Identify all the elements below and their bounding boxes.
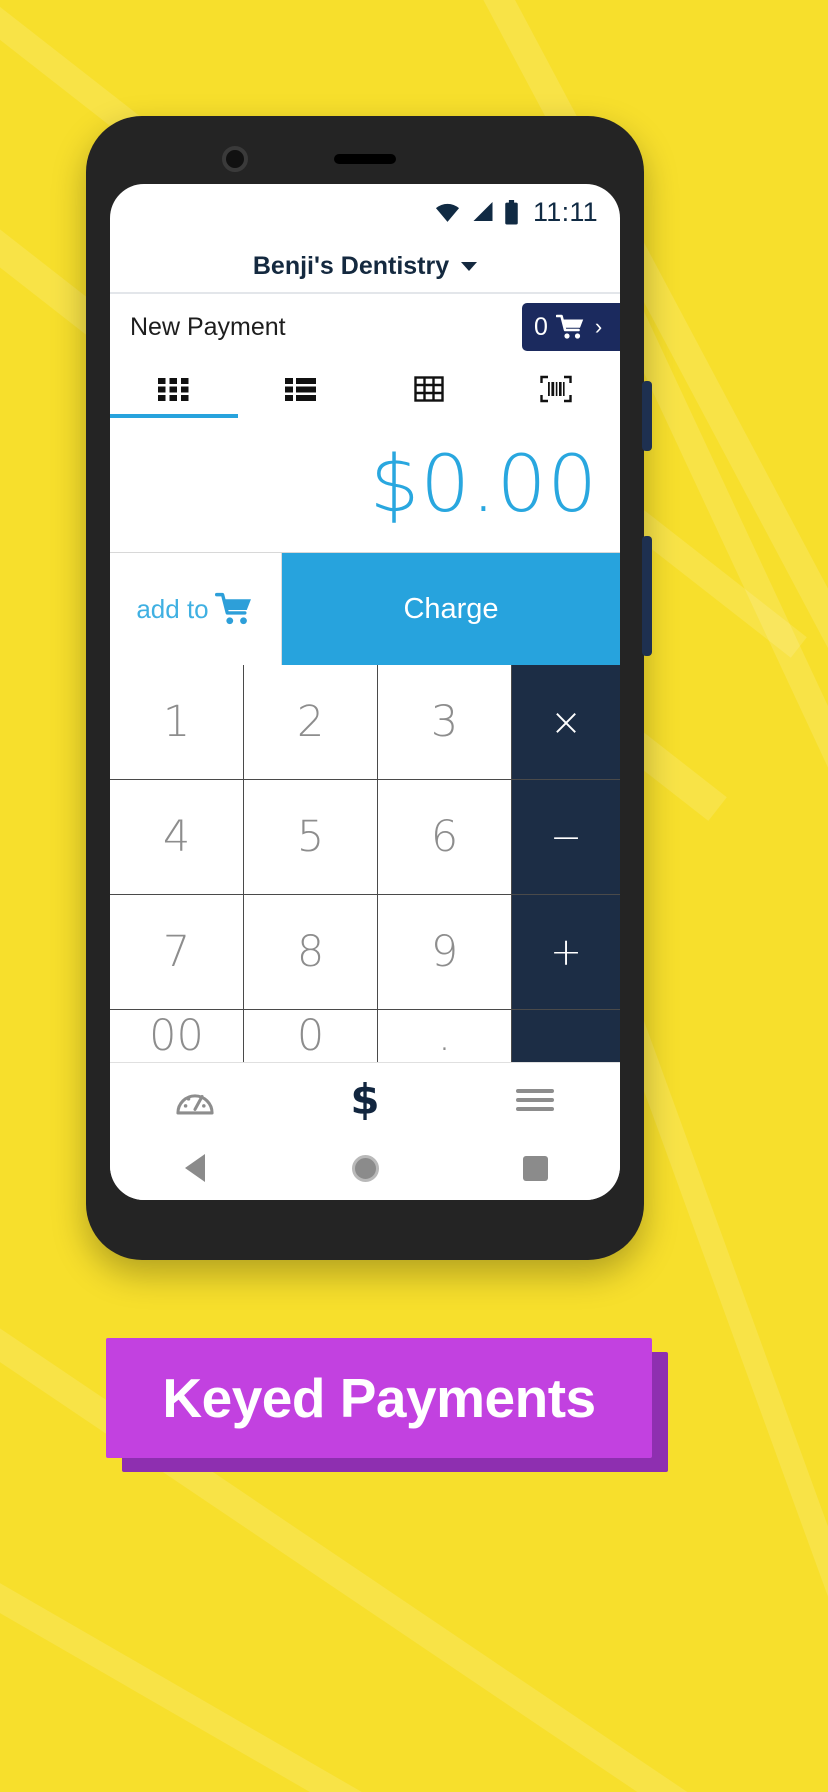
- android-navigation-bar: [110, 1136, 620, 1200]
- back-triangle-icon: [185, 1154, 205, 1182]
- new-payment-label: New Payment: [130, 312, 286, 341]
- barcode-scan-icon: [540, 375, 572, 403]
- nav-menu[interactable]: [450, 1087, 620, 1113]
- active-tab-indicator: [110, 414, 238, 418]
- numeric-keypad: 1 2 3 × 4 5 6 − 7 8 9 + 00 0 .: [110, 665, 620, 1062]
- nav-payments[interactable]: $: [280, 1075, 450, 1124]
- phone-screen: 11:11 Benji's Dentistry New Payment 0 ›: [110, 184, 620, 1200]
- wifi-icon: [435, 203, 459, 222]
- android-home-button[interactable]: [280, 1154, 450, 1182]
- key-7[interactable]: 7: [110, 895, 244, 1010]
- bottom-navigation: $: [110, 1062, 620, 1136]
- tab-scan[interactable]: [493, 360, 621, 418]
- key-8[interactable]: 8: [244, 895, 378, 1010]
- keypad-row: 4 5 6 −: [110, 780, 620, 895]
- recents-square-icon: [522, 1155, 548, 1181]
- grid-table-icon: [414, 376, 444, 402]
- cart-count: 0: [534, 312, 548, 341]
- action-buttons-row: add to Charge: [110, 553, 620, 665]
- cart-chevron-icon: ›: [594, 314, 603, 339]
- key-0[interactable]: 0: [244, 1010, 378, 1062]
- shopping-cart-icon: [555, 314, 584, 339]
- key-2[interactable]: 2: [244, 665, 378, 780]
- keypad-row: 00 0 .: [110, 1010, 620, 1062]
- page-title: Benji's Dentistry: [252, 251, 450, 280]
- key-3[interactable]: 3: [378, 665, 512, 780]
- keypad-row: 1 2 3 ×: [110, 665, 620, 780]
- home-circle-icon: [351, 1154, 379, 1182]
- device-side-button-bottom[interactable]: [642, 536, 652, 656]
- shopping-cart-icon: [214, 592, 251, 625]
- hamburger-menu-icon: [516, 1088, 554, 1111]
- chevron-down-icon[interactable]: [461, 261, 478, 271]
- tab-grid[interactable]: [365, 360, 493, 418]
- merchant-title-bar[interactable]: Benji's Dentistry: [110, 240, 620, 294]
- key-decimal[interactable]: .: [378, 1010, 512, 1062]
- key-4[interactable]: 4: [110, 780, 244, 895]
- key-9[interactable]: 9: [378, 895, 512, 1010]
- key-plus[interactable]: +: [512, 895, 620, 1010]
- battery-icon: [505, 199, 518, 224]
- key-6[interactable]: 6: [378, 780, 512, 895]
- cart-button[interactable]: 0 ›: [522, 303, 620, 351]
- keypad-grid-icon: [157, 378, 189, 401]
- device-side-button-top[interactable]: [642, 381, 652, 451]
- charge-button[interactable]: Charge: [282, 553, 620, 665]
- banner-text: Keyed Payments: [162, 1367, 596, 1429]
- earpiece-speaker: [334, 154, 396, 164]
- amount-value: $0.00: [369, 440, 598, 530]
- add-to-cart-button[interactable]: add to: [110, 553, 282, 665]
- nav-dashboard[interactable]: [110, 1083, 280, 1117]
- dollar-sign-icon: $: [350, 1075, 380, 1124]
- cellular-signal-icon: [473, 202, 493, 221]
- front-camera: [222, 146, 248, 172]
- status-bar: 11:11: [110, 184, 620, 240]
- android-back-button[interactable]: [110, 1154, 280, 1182]
- phone-device: 11:11 Benji's Dentistry New Payment 0 ›: [86, 116, 652, 1260]
- key-minus[interactable]: −: [512, 780, 620, 895]
- key-5[interactable]: 5: [244, 780, 378, 895]
- android-recents-button[interactable]: [450, 1155, 620, 1181]
- feature-banner: Keyed Payments: [106, 1338, 652, 1458]
- list-view-icon: [285, 378, 317, 401]
- key-equals[interactable]: [512, 1010, 620, 1062]
- tab-keypad[interactable]: [110, 360, 238, 418]
- charge-label: Charge: [403, 592, 499, 625]
- key-double-zero[interactable]: 00: [110, 1010, 244, 1062]
- key-1[interactable]: 1: [110, 665, 244, 780]
- status-time: 11:11: [532, 196, 598, 227]
- new-payment-bar: New Payment 0 ›: [110, 294, 620, 360]
- keypad-row: 7 8 9 +: [110, 895, 620, 1010]
- view-mode-tabs: [110, 360, 620, 418]
- amount-display-area: $0.00: [110, 418, 620, 553]
- tab-list[interactable]: [238, 360, 366, 418]
- key-multiply[interactable]: ×: [512, 665, 620, 780]
- add-to-cart-label: add to: [136, 593, 209, 624]
- speedometer-icon: [176, 1093, 214, 1114]
